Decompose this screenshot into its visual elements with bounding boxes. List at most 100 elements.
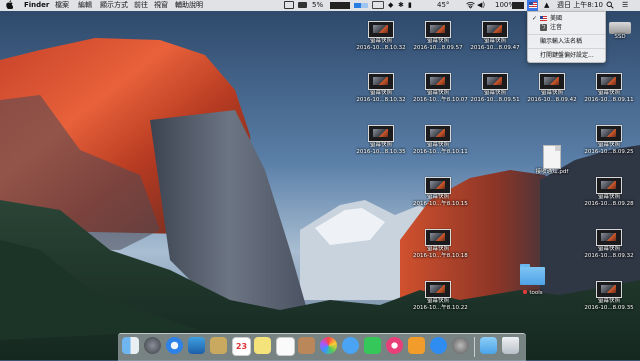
screenshot-file[interactable]: 螢幕快照 2016-10...8.09.57 — [413, 21, 463, 51]
menu-help[interactable]: 輔助說明 — [175, 0, 203, 11]
system-preferences-icon[interactable] — [452, 337, 469, 354]
folder-icon[interactable] — [520, 264, 545, 286]
dock-separator — [474, 337, 475, 357]
screenshot-file[interactable]: 螢幕快照 2016-10...8.09.47 — [470, 21, 520, 51]
file-date: 2016-10...8.09.32 — [584, 252, 634, 259]
menu-edit[interactable]: 編輯 — [78, 0, 92, 11]
file-date: 2016-10...8.09.51 — [470, 96, 520, 103]
menu-item-label: 顯示輸入法名稱 — [540, 38, 583, 45]
screenshot-file[interactable]: 螢幕快照 2016-10...8.09.42 — [527, 73, 577, 103]
image-thumbnail-icon — [596, 73, 622, 90]
screenshot-file[interactable]: 螢幕快照 2016-10...午8.10.22 — [413, 281, 468, 311]
input-option-label: 美國 — [550, 15, 563, 22]
launchpad-icon[interactable] — [144, 337, 161, 354]
file-date: 2016-10...8.09.47 — [470, 44, 520, 51]
finder-icon[interactable] — [122, 337, 139, 354]
notes-app-icon[interactable] — [210, 337, 227, 354]
file-date: 2016-10...午8.10.15 — [413, 200, 468, 207]
screenshot-file[interactable]: 螢幕快照 2016-10...8.09.51 — [470, 73, 520, 103]
disk-ssd[interactable]: SSD — [600, 22, 640, 41]
hard-disk-icon — [609, 22, 631, 34]
thermometer-icon[interactable]: ▮ — [408, 0, 412, 11]
cpu-graph-icon[interactable] — [330, 0, 350, 11]
fan-icon[interactable] — [372, 0, 384, 11]
safari-icon[interactable] — [166, 337, 183, 354]
screenshot-file[interactable]: 螢幕快照 2016-10...8.09.35 — [584, 281, 634, 311]
stickies-icon[interactable] — [254, 337, 271, 354]
small-battery-percent[interactable]: 5% — [312, 0, 323, 11]
image-thumbnail-icon — [596, 229, 622, 246]
menu-window[interactable]: 視窗 — [154, 0, 168, 11]
menu-bar: Finder 檔案 編輯 顯示方式 前往 視窗 輔助說明 5% ◆ ✱ ▮ 45… — [0, 0, 640, 11]
notification-center-icon[interactable]: ☰ — [622, 0, 628, 11]
image-thumbnail-icon — [539, 73, 565, 90]
screenshot-file[interactable]: 螢幕快照 2016-10...8.09.32 — [584, 229, 634, 259]
screenshot-file[interactable]: 螢幕快照 2016-10...8.10.32 — [356, 21, 406, 51]
screenshot-file[interactable]: 螢幕快照 2016-10...8.09.28 — [584, 177, 634, 207]
input-source-menu: ✓ 美國 ㄅ 注音 顯示輸入法名稱 打開鍵盤偏好設定... — [527, 11, 606, 63]
us-flag-icon — [540, 16, 547, 21]
contacts-icon[interactable] — [298, 337, 315, 354]
image-thumbnail-icon — [425, 281, 451, 298]
facetime-icon[interactable] — [364, 337, 381, 354]
status-icon-b[interactable] — [298, 0, 307, 11]
file-date: 2016-10...8.09.28 — [584, 200, 634, 207]
file-date: 2016-10...8.09.57 — [413, 44, 463, 51]
app-store-icon[interactable] — [430, 337, 447, 354]
menu-separator — [528, 34, 605, 35]
menu-view[interactable]: 顯示方式 — [100, 0, 128, 11]
downloads-folder-icon[interactable] — [480, 337, 497, 354]
dock: 23 — [118, 333, 526, 361]
user-icon[interactable]: ▲ — [544, 0, 549, 11]
screenshot-file[interactable]: 螢幕快照 2016-10...8.09.11 — [584, 73, 634, 103]
ibooks-icon[interactable] — [408, 337, 425, 354]
screenshot-file[interactable]: 螢幕快照 2016-10...午8.10.07 — [413, 73, 468, 103]
status-icon-c[interactable] — [354, 0, 368, 11]
open-keyboard-prefs-item[interactable]: 打開鍵盤偏好設定... — [528, 51, 605, 60]
screenshot-file[interactable]: 螢幕快照 2016-10...8.09.25 — [584, 125, 634, 155]
temperature-readout[interactable]: 45° — [437, 0, 449, 11]
pdf-file[interactable]: 接收通知.pdf — [527, 145, 577, 176]
clock[interactable]: 週日 上午8:10 — [557, 0, 603, 11]
calendar-icon[interactable]: 23 — [232, 337, 251, 356]
spotlight-search-icon[interactable] — [606, 0, 614, 11]
battery-icon[interactable] — [512, 0, 524, 11]
folder-tools[interactable]: tools — [508, 290, 558, 297]
menu-item-label: 打開鍵盤偏好設定... — [540, 52, 594, 59]
file-date: 2016-10...午8.10.07 — [413, 96, 468, 103]
bluetooth-icon[interactable]: ✱ — [398, 0, 404, 11]
wifi-icon[interactable] — [466, 0, 475, 11]
itunes-icon[interactable] — [386, 337, 403, 354]
show-input-name-item[interactable]: 顯示輸入法名稱 — [528, 37, 605, 46]
input-option-label: 注音 — [550, 24, 563, 31]
file-date: 2016-10...8.09.35 — [584, 304, 634, 311]
messages-icon[interactable] — [342, 337, 359, 354]
image-thumbnail-icon — [368, 125, 394, 142]
dropbox-icon[interactable]: ◆ — [388, 0, 393, 11]
input-option-zhuyin[interactable]: ㄅ 注音 — [528, 23, 605, 32]
screenshot-file[interactable]: 螢幕快照 2016-10...午8.10.18 — [413, 229, 468, 259]
apple-icon[interactable] — [6, 0, 14, 11]
image-thumbnail-icon — [596, 177, 622, 194]
image-thumbnail-icon — [482, 21, 508, 38]
disk-label: SSD — [614, 34, 626, 40]
trash-icon[interactable] — [502, 337, 519, 354]
screenshot-file[interactable]: 螢幕快照 2016-10...8.10.35 — [356, 125, 406, 155]
folder-label: tools — [508, 290, 558, 297]
screenshot-file[interactable]: 螢幕快照 2016-10...午8.10.11 — [413, 125, 468, 155]
screenshot-file[interactable]: 螢幕快照 2016-10...午8.10.15 — [413, 177, 468, 207]
preview-icon[interactable] — [188, 337, 205, 354]
reminders-icon[interactable] — [276, 337, 295, 356]
input-option-us[interactable]: ✓ 美國 — [528, 14, 605, 23]
screenshot-file[interactable]: 螢幕快照 2016-10...8.10.32 — [356, 73, 406, 103]
menu-go[interactable]: 前往 — [134, 0, 148, 11]
file-date: 2016-10...8.10.32 — [356, 96, 406, 103]
menu-file[interactable]: 檔案 — [55, 0, 69, 11]
menu-app-name[interactable]: Finder — [24, 0, 49, 11]
zhuyin-icon: ㄅ — [540, 24, 547, 31]
status-icon-a[interactable] — [284, 0, 294, 11]
checkmark-icon: ✓ — [532, 15, 538, 22]
volume-icon[interactable]: ◀) — [477, 0, 485, 11]
photos-icon[interactable] — [320, 337, 337, 354]
input-source-flag-icon[interactable] — [527, 0, 538, 11]
